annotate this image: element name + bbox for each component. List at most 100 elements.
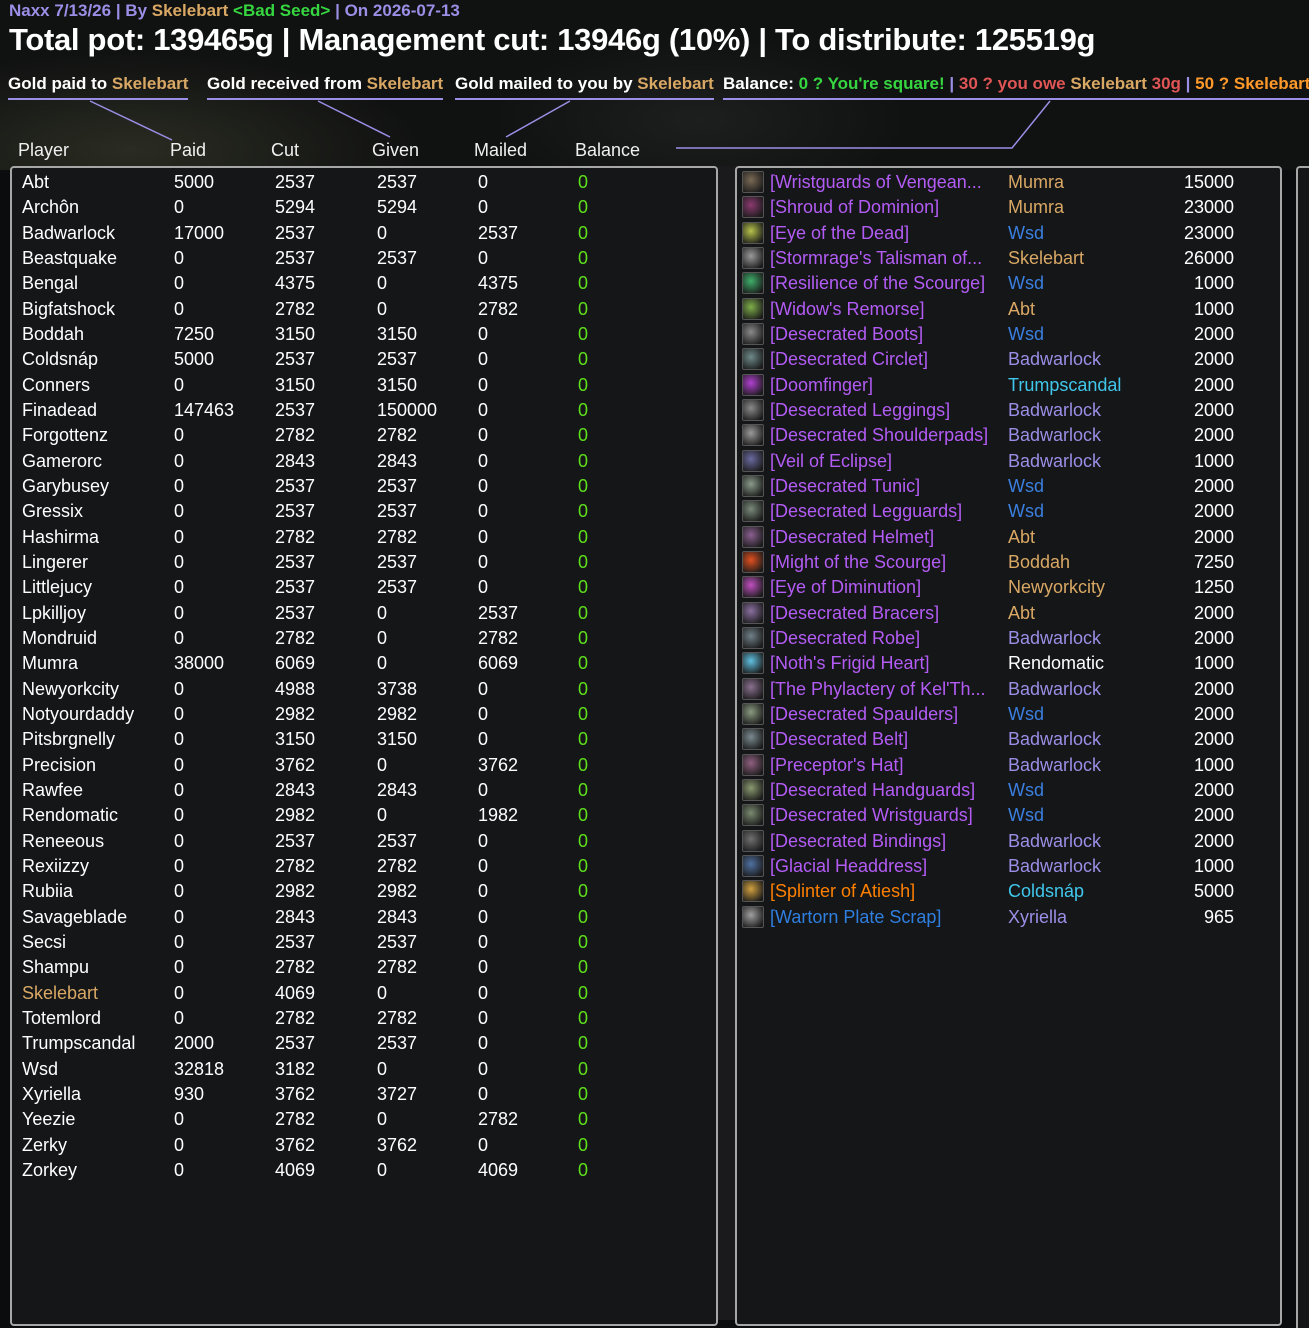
- item-link[interactable]: [Veil of Eclipse]: [770, 449, 892, 474]
- bracers-icon[interactable]: [742, 601, 764, 624]
- player-row[interactable]: Littlejucy 0 2537 2537 0 0: [12, 575, 712, 600]
- player-row[interactable]: Secsi 0 2537 2537 0 0: [12, 930, 712, 955]
- player-row[interactable]: Precision 0 3762 0 3762 0: [12, 753, 712, 778]
- item-link[interactable]: [Desecrated Handguards]: [770, 778, 975, 803]
- player-row[interactable]: Garybusey 0 2537 2537 0 0: [12, 474, 712, 499]
- player-row[interactable]: Reneeous 0 2537 2537 0 0: [12, 829, 712, 854]
- player-row[interactable]: Notyourdaddy 0 2982 2982 0 0: [12, 702, 712, 727]
- trinket-icon[interactable]: [742, 221, 764, 244]
- item-link[interactable]: [Desecrated Belt]: [770, 727, 908, 752]
- loot-row[interactable]: [Desecrated Shoulderpads] Badwarlock 2000: [740, 423, 1280, 448]
- item-link[interactable]: [Eye of the Dead]: [770, 221, 909, 246]
- player-row[interactable]: Skelebart 0 4069 0 0 0: [12, 981, 712, 1006]
- item-link[interactable]: [Desecrated Leggings]: [770, 398, 950, 423]
- player-row[interactable]: Gressix 0 2537 2537 0 0: [12, 499, 712, 524]
- item-link[interactable]: [Eye of Diminution]: [770, 575, 921, 600]
- wand-icon[interactable]: [742, 373, 764, 396]
- loot-row[interactable]: [Noth's Frigid Heart] Rendomatic 1000: [740, 651, 1280, 676]
- heart-icon[interactable]: [742, 652, 764, 675]
- item-link[interactable]: [Desecrated Spaulders]: [770, 702, 958, 727]
- loot-row[interactable]: [Might of the Scourge] Boddah 7250: [740, 550, 1280, 575]
- player-row[interactable]: Mumra 38000 6069 0 6069 0: [12, 651, 712, 676]
- player-row[interactable]: Forgottenz 0 2782 2782 0 0: [12, 423, 712, 448]
- loot-row[interactable]: [Veil of Eclipse] Badwarlock 1000: [740, 449, 1280, 474]
- item-link[interactable]: [Shroud of Dominion]: [770, 195, 939, 220]
- player-row[interactable]: Rawfee 0 2843 2843 0 0: [12, 778, 712, 803]
- item-link[interactable]: [Desecrated Tunic]: [770, 474, 920, 499]
- player-row[interactable]: Bigfatshock 0 2782 0 2782 0: [12, 297, 712, 322]
- player-row[interactable]: Finadead 147463 2537 150000 0 0: [12, 398, 712, 423]
- player-row[interactable]: Bengal 0 4375 0 4375 0: [12, 271, 712, 296]
- shoulder-icon[interactable]: [742, 424, 764, 447]
- loot-row[interactable]: [Doomfinger] Trumpscandal 2000: [740, 373, 1280, 398]
- player-row[interactable]: Shampu 0 2782 2782 0 0: [12, 955, 712, 980]
- item-link[interactable]: [The Phylactery of Kel'Th...: [770, 677, 986, 702]
- player-row[interactable]: Badwarlock 17000 2537 0 2537 0: [12, 221, 712, 246]
- player-row[interactable]: Conners 0 3150 3150 0 0: [12, 373, 712, 398]
- item-link[interactable]: [Glacial Headdress]: [770, 854, 927, 879]
- item-link[interactable]: [Desecrated Bindings]: [770, 829, 946, 854]
- leggings-icon[interactable]: [742, 398, 764, 421]
- loot-row[interactable]: [Shroud of Dominion] Mumra 23000: [740, 195, 1280, 220]
- robe-icon[interactable]: [742, 626, 764, 649]
- item-link[interactable]: [Widow's Remorse]: [770, 297, 924, 322]
- cloak-icon[interactable]: [742, 196, 764, 219]
- loot-row[interactable]: [Preceptor's Hat] Badwarlock 1000: [740, 753, 1280, 778]
- player-row[interactable]: Totemlord 0 2782 2782 0 0: [12, 1006, 712, 1031]
- tunic-icon[interactable]: [742, 474, 764, 497]
- eye-icon[interactable]: [742, 576, 764, 599]
- hat-icon[interactable]: [742, 753, 764, 776]
- loot-row[interactable]: [Splinter of Atiesh] Coldsnáp 5000: [740, 879, 1280, 904]
- circlet-icon[interactable]: [742, 348, 764, 371]
- player-row[interactable]: Boddah 7250 3150 3150 0 0: [12, 322, 712, 347]
- legguards-icon[interactable]: [742, 500, 764, 523]
- loot-row[interactable]: [Desecrated Legguards] Wsd 2000: [740, 499, 1280, 524]
- phylactery-icon[interactable]: [742, 677, 764, 700]
- item-link[interactable]: [Doomfinger]: [770, 373, 873, 398]
- loot-row[interactable]: [Desecrated Helmet] Abt 2000: [740, 525, 1280, 550]
- loot-row[interactable]: [Desecrated Handguards] Wsd 2000: [740, 778, 1280, 803]
- item-link[interactable]: [Splinter of Atiesh]: [770, 879, 915, 904]
- item-link[interactable]: [Desecrated Helmet]: [770, 525, 934, 550]
- might-icon[interactable]: [742, 550, 764, 573]
- wristguards-icon[interactable]: [742, 804, 764, 827]
- loot-row[interactable]: [Eye of the Dead] Wsd 23000: [740, 221, 1280, 246]
- loot-row[interactable]: [The Phylactery of Kel'Th... Badwarlock 20…: [740, 677, 1280, 702]
- item-link[interactable]: [Noth's Frigid Heart]: [770, 651, 930, 676]
- player-row[interactable]: Trumpscandal 2000 2537 2537 0 0: [12, 1031, 712, 1056]
- player-row[interactable]: Archôn 0 5294 5294 0 0: [12, 195, 712, 220]
- item-link[interactable]: [Desecrated Wristguards]: [770, 803, 973, 828]
- player-row[interactable]: Abt 5000 2537 2537 0 0: [12, 170, 712, 195]
- player-row[interactable]: Coldsnáp 5000 2537 2537 0 0: [12, 347, 712, 372]
- item-link[interactable]: [Desecrated Robe]: [770, 626, 920, 651]
- loot-row[interactable]: [Stormrage's Talisman of... Skelebart 2600…: [740, 246, 1280, 271]
- player-row[interactable]: Xyriella 930 3762 3727 0 0: [12, 1082, 712, 1107]
- loot-row[interactable]: [Resilience of the Scourge] Wsd 1000: [740, 271, 1280, 296]
- player-row[interactable]: Rendomatic 0 2982 0 1982 0: [12, 803, 712, 828]
- player-row[interactable]: Rubiia 0 2982 2982 0 0: [12, 879, 712, 904]
- wristguards-icon[interactable]: [742, 171, 764, 193]
- loot-row[interactable]: [Wartorn Plate Scrap] Xyriella 965: [740, 905, 1280, 930]
- column-header-mailed[interactable]: Mailed: [474, 140, 527, 161]
- column-header-player[interactable]: Player: [18, 140, 69, 161]
- column-header-balance[interactable]: Balance: [575, 140, 640, 161]
- player-row[interactable]: Beastquake 0 2537 2537 0 0: [12, 246, 712, 271]
- loot-row[interactable]: [Wristguards of Vengean... Mumra 15000: [740, 170, 1280, 195]
- bindings-icon[interactable]: [742, 829, 764, 852]
- loot-row[interactable]: [Desecrated Circlet] Badwarlock 2000: [740, 347, 1280, 372]
- loot-row[interactable]: [Desecrated Bindings] Badwarlock 2000: [740, 829, 1280, 854]
- loot-row[interactable]: [Desecrated Belt] Badwarlock 2000: [740, 727, 1280, 752]
- loot-row[interactable]: [Desecrated Boots] Wsd 2000: [740, 322, 1280, 347]
- scourge-icon[interactable]: [742, 272, 764, 295]
- veil-icon[interactable]: [742, 449, 764, 472]
- player-row[interactable]: Yeezie 0 2782 0 2782 0: [12, 1107, 712, 1132]
- loot-row[interactable]: [Glacial Headdress] Badwarlock 1000: [740, 854, 1280, 879]
- loot-row[interactable]: [Widow's Remorse] Abt 1000: [740, 297, 1280, 322]
- player-row[interactable]: Wsd 32818 3182 0 0 0: [12, 1057, 712, 1082]
- splinter-icon[interactable]: [742, 880, 764, 903]
- player-row[interactable]: Rexiizzy 0 2782 2782 0 0: [12, 854, 712, 879]
- necklace-icon[interactable]: [742, 246, 764, 269]
- player-row[interactable]: Lpkilljoy 0 2537 0 2537 0: [12, 601, 712, 626]
- helmet-icon[interactable]: [742, 525, 764, 548]
- player-row[interactable]: Zorkey 0 4069 0 4069 0: [12, 1158, 712, 1183]
